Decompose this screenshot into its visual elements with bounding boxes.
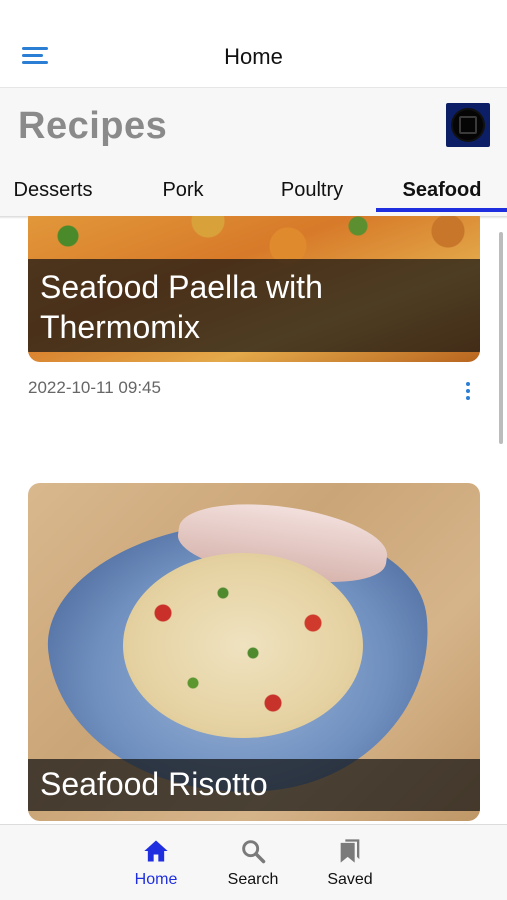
recipe-card-image[interactable]: Seafood Risotto bbox=[28, 483, 480, 821]
recipe-card-title: Seafood Risotto bbox=[28, 759, 480, 811]
tab-desserts[interactable]: Desserts bbox=[0, 174, 106, 216]
nav-search[interactable]: Search bbox=[208, 837, 298, 889]
nav-saved-label: Saved bbox=[327, 871, 373, 888]
bookmark-icon bbox=[340, 839, 360, 863]
page-title: Recipes bbox=[18, 105, 168, 147]
more-options-icon[interactable] bbox=[464, 382, 472, 402]
profile-avatar[interactable] bbox=[446, 103, 490, 147]
top-app-bar: Home bbox=[0, 0, 507, 88]
risotto-detail bbox=[123, 553, 363, 738]
search-icon bbox=[242, 840, 266, 864]
home-icon bbox=[144, 840, 168, 862]
recipes-header: Recipes Desserts Pork Poultry Seafood bbox=[0, 88, 507, 216]
scrollbar[interactable] bbox=[499, 232, 503, 444]
nav-home-label: Home bbox=[134, 871, 178, 888]
category-tabs: Desserts Pork Poultry Seafood bbox=[0, 174, 507, 216]
avatar-image bbox=[451, 108, 485, 142]
nav-home[interactable]: Home bbox=[111, 837, 201, 889]
recipe-card-date: 2022-10-11 09:45 bbox=[28, 378, 161, 397]
tab-poultry[interactable]: Poultry bbox=[262, 174, 362, 216]
recipe-feed[interactable]: Seafood Paella with Thermomix 2022-10-11… bbox=[0, 216, 507, 824]
recipe-card-title: Seafood Paella with Thermomix bbox=[28, 259, 480, 352]
bottom-navigation: Home Search Saved bbox=[0, 824, 507, 900]
screen-title: Home bbox=[224, 44, 283, 69]
nav-search-label: Search bbox=[227, 871, 279, 888]
active-tab-indicator bbox=[376, 208, 507, 212]
recipe-card-image[interactable]: Seafood Paella with Thermomix bbox=[28, 216, 480, 362]
tab-pork[interactable]: Pork bbox=[134, 174, 232, 216]
nav-saved[interactable]: Saved bbox=[305, 837, 395, 889]
